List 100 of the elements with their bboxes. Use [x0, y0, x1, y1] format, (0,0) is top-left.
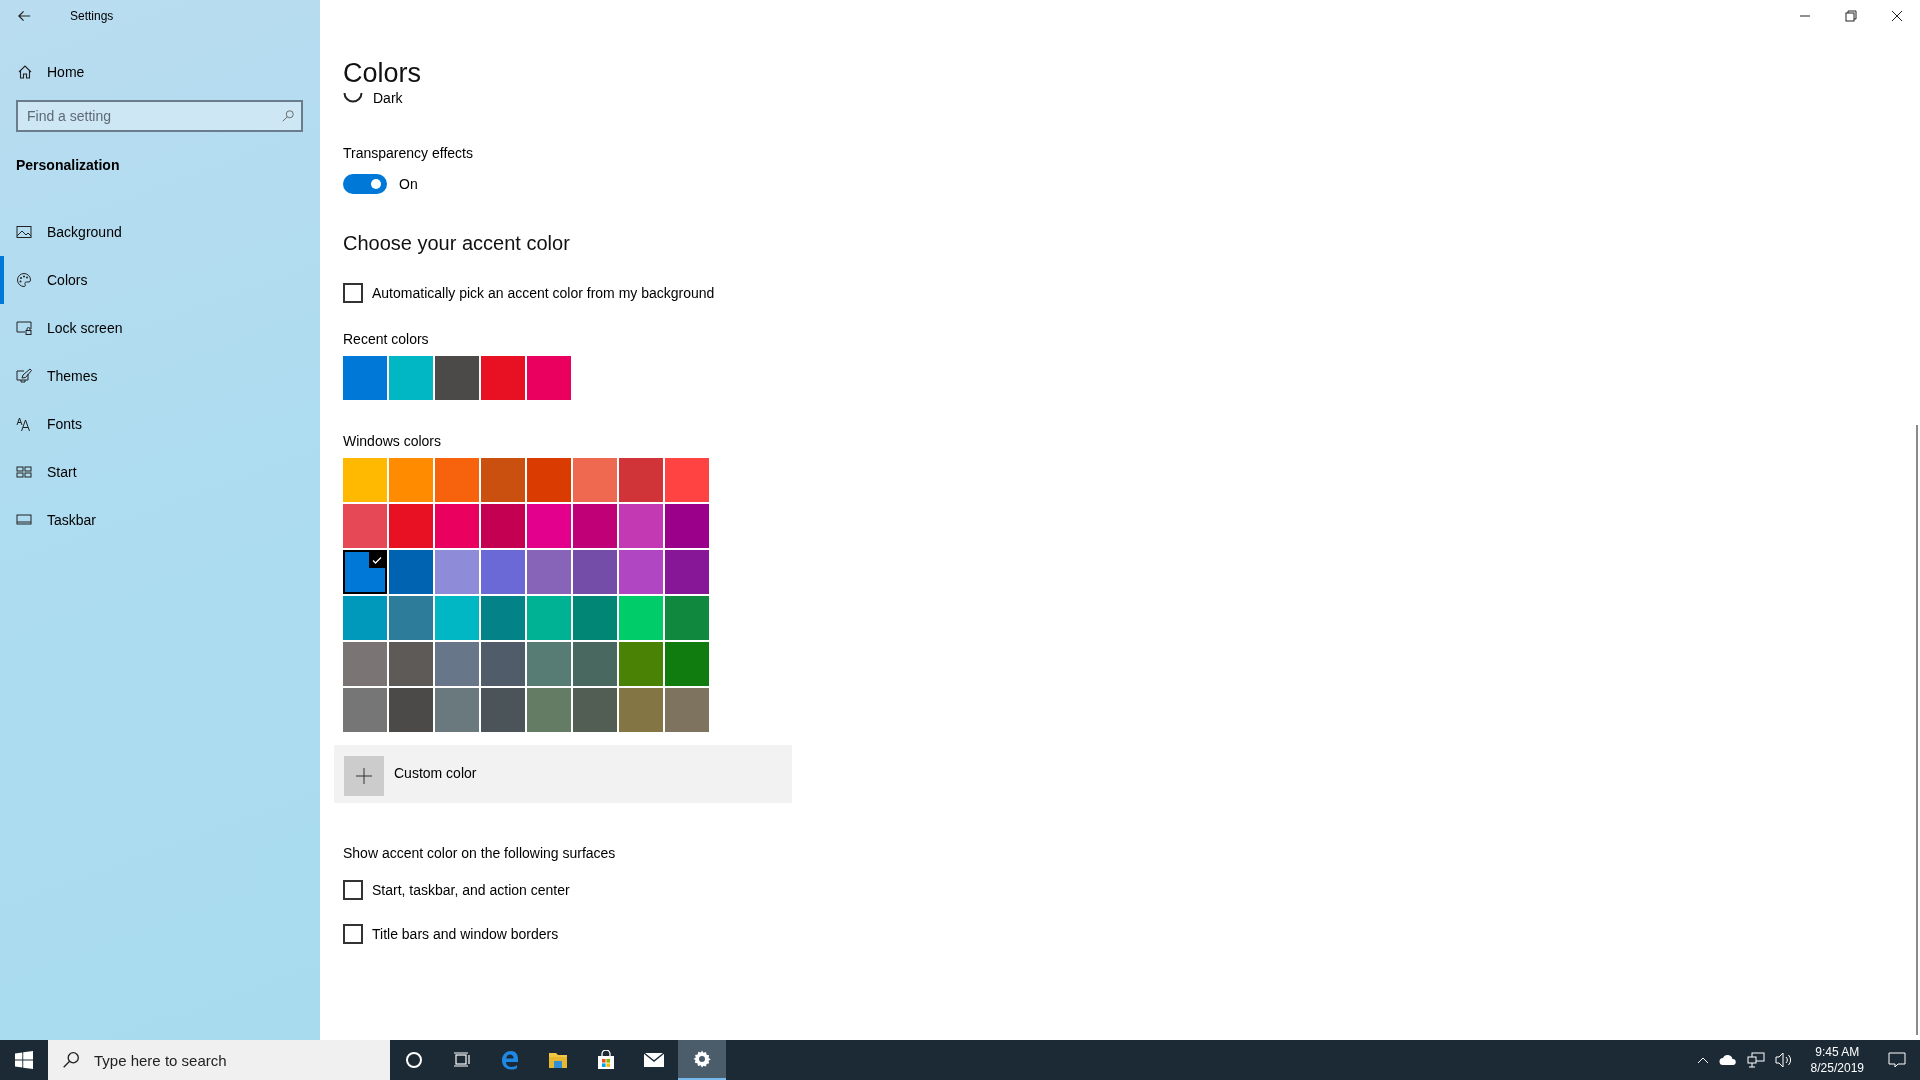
color-swatch[interactable] [389, 356, 433, 400]
custom-color-button[interactable]: Custom color [334, 745, 792, 803]
back-icon[interactable] [17, 8, 32, 24]
color-swatch[interactable] [343, 504, 387, 548]
color-swatch[interactable] [343, 642, 387, 686]
section-heading: Personalization [16, 157, 120, 173]
color-swatch[interactable] [619, 642, 663, 686]
chevron-up-icon[interactable] [1696, 1056, 1709, 1064]
color-swatch[interactable] [435, 596, 479, 640]
color-swatch[interactable] [389, 688, 433, 732]
checkbox-label: Title bars and window borders [372, 926, 559, 942]
search-icon [281, 109, 295, 123]
window-title: Settings [70, 9, 114, 23]
color-swatch[interactable] [435, 550, 479, 594]
image-icon [16, 224, 32, 240]
radio-button[interactable] [343, 93, 363, 105]
checkbox[interactable] [343, 880, 363, 900]
nav-item[interactable]: Taskbar [0, 496, 320, 544]
color-swatch[interactable] [343, 356, 387, 400]
color-swatch[interactable] [481, 596, 525, 640]
color-swatch[interactable] [527, 550, 571, 594]
color-swatch[interactable] [573, 642, 617, 686]
color-swatch[interactable] [527, 642, 571, 686]
color-swatch[interactable] [665, 550, 709, 594]
home-link[interactable]: Home [17, 60, 85, 84]
shopping-bag-icon [596, 1050, 616, 1070]
pen-monitor-icon [16, 368, 32, 384]
color-swatch[interactable] [481, 688, 525, 732]
color-swatch[interactable] [389, 550, 433, 594]
cloud-icon[interactable] [1718, 1054, 1737, 1066]
nav-item[interactable]: Colors [0, 256, 320, 304]
house-icon [17, 64, 33, 80]
color-swatch[interactable] [481, 642, 525, 686]
page-title: Colors [343, 57, 422, 90]
color-swatch[interactable] [435, 504, 479, 548]
color-swatch[interactable] [527, 356, 571, 400]
color-swatch[interactable] [573, 458, 617, 502]
color-swatch[interactable] [389, 642, 433, 686]
nav-item[interactable]: Fonts [0, 400, 320, 448]
setting-label: Recent colors [343, 331, 429, 347]
speaker-icon[interactable] [1774, 1052, 1793, 1068]
search-icon [62, 1051, 80, 1069]
color-swatch[interactable] [665, 458, 709, 502]
color-swatch[interactable] [435, 458, 479, 502]
checkbox[interactable] [343, 924, 363, 944]
color-swatch[interactable] [527, 596, 571, 640]
taskbar-app[interactable] [678, 1040, 726, 1080]
color-swatch[interactable] [481, 356, 525, 400]
color-swatch[interactable] [435, 688, 479, 732]
search-field[interactable]: Find a setting [16, 100, 303, 132]
color-swatch[interactable] [619, 504, 663, 548]
color-swatch[interactable] [665, 596, 709, 640]
color-swatch[interactable] [573, 688, 617, 732]
clock[interactable]: 9:45 AM 8/25/2019 [1810, 1044, 1864, 1076]
color-swatch[interactable] [573, 504, 617, 548]
task-view-icon [453, 1051, 471, 1069]
color-swatch[interactable] [573, 596, 617, 640]
color-swatch[interactable] [573, 550, 617, 594]
circle-icon [405, 1051, 423, 1069]
notification-icon[interactable] [1888, 1051, 1906, 1069]
color-swatch[interactable] [619, 596, 663, 640]
checkbox-label: Start, taskbar, and action center [372, 882, 570, 898]
color-swatch[interactable] [665, 688, 709, 732]
color-swatch[interactable] [343, 596, 387, 640]
nav-item[interactable]: Themes [0, 352, 320, 400]
color-swatch[interactable] [481, 550, 525, 594]
nav-item[interactable]: Background [0, 208, 320, 256]
color-swatch[interactable] [343, 550, 387, 594]
color-swatch[interactable] [389, 458, 433, 502]
color-swatch[interactable] [619, 688, 663, 732]
color-swatch[interactable] [389, 596, 433, 640]
color-swatch[interactable] [343, 458, 387, 502]
toggle-switch[interactable] [343, 174, 387, 194]
color-swatch[interactable] [619, 550, 663, 594]
nav-item[interactable]: Start [0, 448, 320, 496]
color-swatch[interactable] [619, 458, 663, 502]
color-swatch[interactable] [343, 688, 387, 732]
color-swatch[interactable] [481, 458, 525, 502]
setting-label: Transparency effects [343, 145, 473, 161]
taskbar-search-field[interactable]: Type here to search [48, 1040, 390, 1080]
color-swatch[interactable] [665, 642, 709, 686]
network-icon[interactable] [1746, 1052, 1765, 1068]
color-swatch[interactable] [527, 688, 571, 732]
color-swatch[interactable] [527, 458, 571, 502]
section-heading: Choose your accent color [343, 232, 570, 255]
envelope-icon [643, 1052, 665, 1068]
color-swatch[interactable] [389, 504, 433, 548]
radio-option[interactable]: Dark [343, 90, 403, 108]
scrollbar[interactable] [1916, 425, 1918, 1035]
color-swatch[interactable] [527, 504, 571, 548]
color-swatch[interactable] [435, 356, 479, 400]
monitor-bar-icon [16, 512, 32, 528]
color-swatch[interactable] [481, 504, 525, 548]
setting-label: Show accent color on the following surfaces [343, 845, 616, 861]
toggle-state: On [399, 176, 418, 192]
nav-item[interactable]: Lock screen [0, 304, 320, 352]
color-swatch[interactable] [435, 642, 479, 686]
checkbox[interactable] [343, 283, 363, 303]
letters-icon [16, 416, 32, 432]
color-swatch[interactable] [665, 504, 709, 548]
